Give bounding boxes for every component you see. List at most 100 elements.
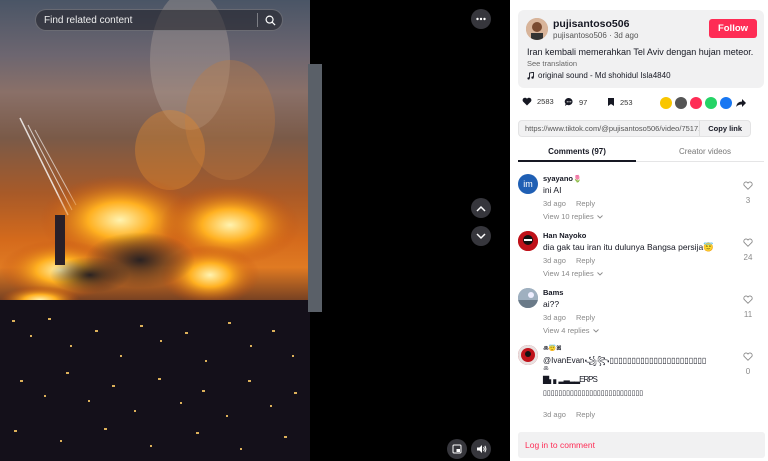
commenter-username[interactable]: Bams	[543, 288, 563, 297]
commenter-username[interactable]: ꔛ😇ꕤ	[543, 345, 561, 353]
active-tab-indicator	[518, 160, 636, 162]
comment-text: @IvanEvan꧁꧂▯▯▯▯▯▯▯▯▯▯▯▯▯▯▯▯▯▯▯▯▯▯	[543, 356, 707, 365]
avatar-image	[518, 288, 538, 308]
share-coin-icon[interactable]	[660, 97, 672, 109]
view-replies-button[interactable]: View 10 replies	[543, 212, 603, 221]
heart-outline-icon	[743, 238, 753, 247]
commenter-username[interactable]: Han Nayoko	[543, 231, 586, 240]
previous-video-button[interactable]	[471, 198, 491, 218]
comment-input-bar: Log in to comment	[518, 432, 765, 458]
search-bar	[35, 9, 283, 31]
video-frame-graphic	[0, 0, 310, 461]
comment-meta: 3d ago Reply	[543, 199, 595, 208]
share-send-icon[interactable]	[690, 97, 702, 109]
comment-like-count: 3	[745, 196, 751, 205]
commenter-avatar[interactable]	[518, 345, 538, 365]
comment-date: 3d ago	[543, 313, 566, 322]
comment-stat[interactable]: 97	[564, 97, 587, 107]
comment-item: im syayano🌷 ini AI 3d ago Reply View 10 r…	[518, 174, 758, 224]
heart-outline-icon	[743, 352, 753, 361]
comment-like-count: 0	[745, 367, 751, 376]
video-scrubber-edge	[308, 64, 322, 312]
view-replies-label: View 4 replies	[543, 326, 590, 335]
like-stat[interactable]: 2583	[522, 97, 554, 106]
commenter-avatar[interactable]	[518, 231, 538, 251]
next-video-button[interactable]	[471, 226, 491, 246]
avatar-image	[518, 231, 538, 251]
view-replies-button[interactable]: View 4 replies	[543, 326, 599, 335]
commenter-avatar[interactable]: im	[518, 174, 538, 194]
chevron-down-icon	[592, 328, 599, 333]
commenter-username[interactable]: syayano🌷	[543, 174, 582, 183]
comment-text-line: ▯▯▯▯▯▯▯▯▯▯▯▯▯▯▯▯▯▯▯▯▯▯▯▯▯▯	[543, 390, 644, 397]
view-replies-label: View 14 replies	[543, 269, 594, 278]
picture-in-picture-button[interactable]	[447, 439, 467, 459]
reply-button[interactable]: Reply	[576, 313, 595, 322]
copy-link-button[interactable]: Copy link	[699, 121, 750, 136]
comment-count: 97	[579, 97, 588, 107]
search-button[interactable]	[258, 9, 282, 31]
post-info-card: pujisantoso506 pujisantoso506 · 3d ago F…	[518, 10, 764, 88]
search-input[interactable]	[36, 14, 257, 26]
post-caption: Iran kembali memerahkan Tel Aviv dengan …	[527, 47, 754, 57]
share-whatsapp-icon[interactable]	[705, 97, 717, 109]
heart-outline-icon	[743, 181, 753, 190]
comment-like[interactable]: 24	[740, 234, 756, 262]
more-options-button[interactable]	[471, 9, 491, 29]
video-link-url[interactable]: https://www.tiktok.com/@pujisantoso506/v…	[519, 124, 699, 133]
avatar-image	[518, 345, 538, 365]
comment-text: ai??	[543, 299, 560, 309]
comment-text: ini AI	[543, 185, 562, 195]
volume-icon	[476, 445, 486, 453]
tab-creator-videos[interactable]: Creator videos	[646, 147, 764, 156]
login-to-comment-link[interactable]: Log in to comment	[525, 440, 595, 450]
sound-link[interactable]: original sound - Md shohidul Isla4840	[527, 71, 671, 80]
bookmark-icon	[608, 98, 614, 106]
comment-item: ꔛ😇ꕤ @IvanEvan꧁꧂▯▯▯▯▯▯▯▯▯▯▯▯▯▯▯▯▯▯▯▯▯▯ ꔛ …	[518, 345, 758, 423]
panel-tabs: Comments (97) Creator videos	[518, 144, 764, 162]
comment-meta: 3d ago Reply	[543, 313, 595, 322]
creator-avatar[interactable]	[526, 18, 548, 40]
reply-button[interactable]: Reply	[576, 410, 595, 419]
video-pane	[0, 0, 510, 461]
heart-outline-icon	[743, 295, 753, 304]
share-icons	[660, 97, 747, 109]
view-replies-button[interactable]: View 14 replies	[543, 269, 603, 278]
save-count: 253	[620, 97, 633, 107]
share-arrow-icon[interactable]	[735, 97, 747, 109]
share-embed-icon[interactable]	[675, 97, 687, 109]
heart-icon	[522, 97, 532, 106]
like-count: 2583	[537, 97, 554, 106]
chevron-down-icon	[596, 271, 603, 276]
video-link-box: https://www.tiktok.com/@pujisantoso506/v…	[518, 120, 751, 137]
creator-handle[interactable]: pujisantoso506	[553, 31, 607, 40]
comment-date: 3d ago	[543, 256, 566, 265]
chevron-up-icon	[476, 205, 486, 212]
comment-like[interactable]: 3	[740, 177, 756, 205]
commenter-name: syayano	[543, 174, 574, 183]
volume-button[interactable]	[471, 439, 491, 459]
creator-username[interactable]: pujisantoso506	[553, 18, 629, 30]
comment-like[interactable]: 0	[740, 348, 756, 376]
commenter-avatar[interactable]	[518, 288, 538, 308]
follow-button[interactable]: Follow	[709, 19, 757, 38]
comment-item: Bams ai?? 3d ago Reply View 4 replies 11	[518, 288, 758, 338]
comment-like[interactable]: 11	[740, 291, 756, 319]
commenter-name-emoji: 🌷	[573, 176, 582, 183]
reply-button[interactable]: Reply	[576, 199, 595, 208]
pip-icon	[452, 444, 462, 454]
video-player[interactable]	[0, 0, 310, 461]
comment-like-count: 11	[743, 310, 753, 319]
save-stat[interactable]: 253	[607, 97, 633, 107]
share-facebook-icon[interactable]	[720, 97, 732, 109]
avatar-initials: im	[523, 179, 533, 189]
reply-button[interactable]: Reply	[576, 256, 595, 265]
comment-like-count: 24	[743, 253, 753, 262]
chevron-down-icon	[596, 214, 603, 219]
comment-text: dia gak tau iran itu dulunya Bangsa pers…	[543, 242, 714, 252]
post-time: 3d ago	[613, 31, 639, 40]
tab-comments[interactable]: Comments (97)	[518, 147, 636, 156]
music-note-icon	[527, 71, 534, 80]
comment-text-line: ꔛ	[543, 366, 549, 372]
see-translation-link[interactable]: See translation	[527, 59, 577, 68]
